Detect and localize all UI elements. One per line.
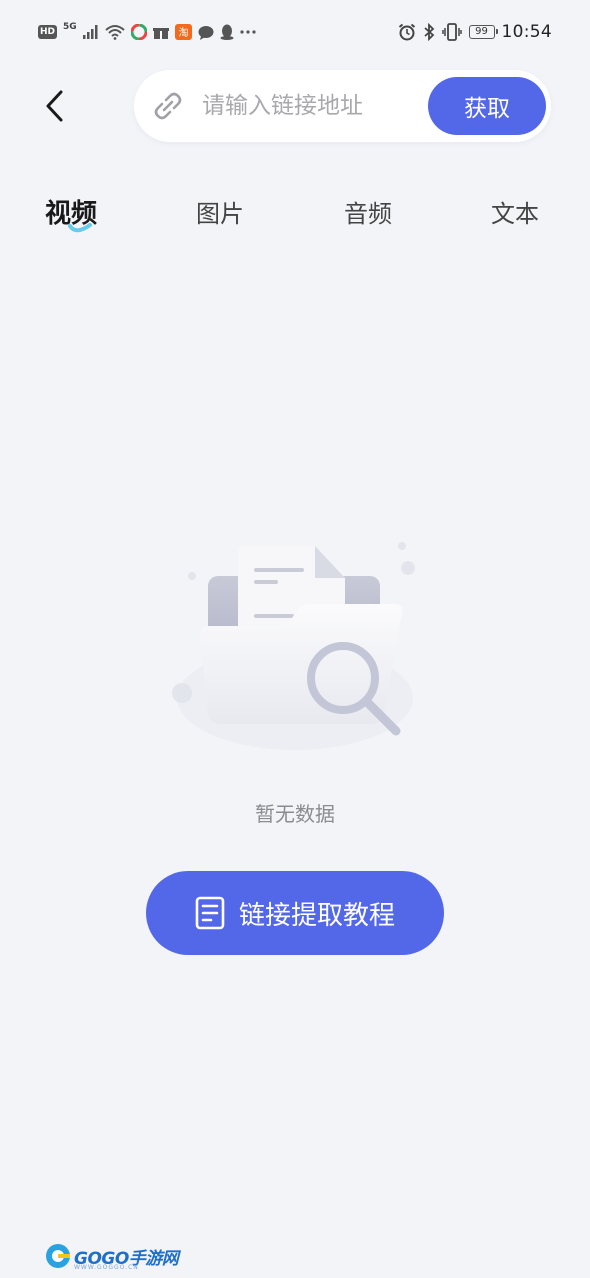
- document-icon: [195, 896, 225, 930]
- hd-badge: HD: [38, 25, 58, 39]
- network-type: 5G: [63, 21, 77, 32]
- empty-folder-search-illustration: [172, 542, 415, 750]
- alarm-icon: [398, 23, 415, 41]
- url-input[interactable]: [202, 84, 422, 128]
- watermark: GOGO手游网 WWW.GOGGO.CN: [44, 1240, 179, 1272]
- tab-video[interactable]: 视频: [45, 192, 97, 236]
- gogo-logo-icon: [46, 1244, 70, 1268]
- qq-icon: [220, 24, 234, 40]
- watermark-sub: WWW.GOGGO.CN: [74, 1264, 139, 1271]
- signal-icon: [82, 25, 98, 39]
- gift-icon: [152, 27, 169, 39]
- chevron-left-icon: [46, 90, 63, 122]
- tab-label: 文本: [491, 200, 539, 228]
- chat-icon: [198, 25, 214, 40]
- vibrate-icon: [441, 23, 462, 41]
- tab-active-indicator: [68, 223, 92, 233]
- empty-state-text: 暂无数据: [255, 802, 335, 826]
- clock: 10:54: [501, 22, 552, 42]
- tab-text[interactable]: 文本: [491, 192, 539, 236]
- tutorial-button-label: 链接提取教程: [238, 900, 395, 931]
- status-left: HD 5G 淘: [38, 21, 256, 43]
- media-tabs: 视频 图片 音频 文本: [0, 192, 590, 242]
- tab-label: 图片: [196, 200, 244, 228]
- url-search-bar: 获取: [134, 70, 551, 142]
- taobao-icon: 淘: [174, 24, 192, 40]
- tab-audio[interactable]: 音频: [344, 192, 392, 236]
- app-icon: [130, 24, 147, 40]
- tab-label: 音频: [344, 200, 392, 228]
- fetch-button[interactable]: 获取: [428, 77, 546, 135]
- link-tutorial-button[interactable]: 链接提取教程: [146, 871, 444, 955]
- link-icon: [154, 92, 182, 120]
- status-right: 99 10:54: [398, 21, 553, 43]
- wifi-icon: [105, 25, 125, 40]
- bluetooth-icon: [423, 23, 434, 41]
- more-icon: [240, 30, 256, 34]
- svg-text:淘: 淘: [178, 26, 188, 39]
- battery-icon: 99: [468, 25, 498, 39]
- status-bar: HD 5G 淘 99 10:54: [0, 0, 590, 66]
- tab-image[interactable]: 图片: [196, 192, 244, 236]
- back-button[interactable]: [34, 84, 74, 128]
